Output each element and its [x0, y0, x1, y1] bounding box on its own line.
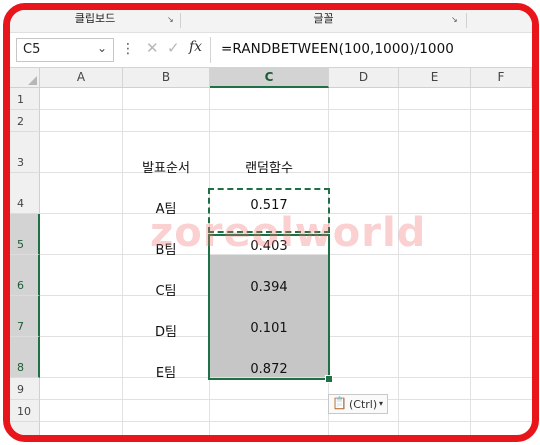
row-header-10[interactable]: 10 [10, 400, 40, 422]
paste-options-label: (Ctrl) [349, 398, 378, 411]
gridline [40, 131, 532, 132]
row-header-2[interactable]: 2 [10, 110, 40, 132]
gridline [398, 88, 399, 435]
cell-b6[interactable]: C팀 [123, 280, 209, 299]
name-box[interactable]: C5 ⌄ [16, 38, 114, 62]
more-options-icon[interactable]: ⋮ [121, 41, 135, 57]
clipboard-launcher-icon[interactable]: ↘ [167, 15, 174, 24]
gridline [40, 109, 532, 110]
column-header-d[interactable]: D [329, 68, 399, 88]
watermark-text: zoreolworld [150, 210, 427, 256]
cell-b3[interactable]: 발표순서 [123, 157, 209, 176]
gridline [40, 399, 532, 400]
row-header-1[interactable]: 1 [10, 88, 40, 110]
check-icon[interactable]: ✓ [167, 39, 180, 57]
cell-b7[interactable]: D팀 [123, 321, 209, 340]
gridline [40, 421, 532, 422]
row-header-3[interactable]: 3 [10, 132, 40, 173]
cell-c3[interactable]: 랜덤함수 [210, 157, 328, 176]
row-header-5[interactable]: 5 [10, 214, 40, 255]
row-header-9[interactable]: 9 [10, 378, 40, 400]
column-header-f[interactable]: F [471, 68, 532, 88]
chevron-down-icon: ▾ [379, 399, 384, 408]
cell-b8[interactable]: E팀 [123, 362, 209, 381]
gridline [470, 88, 471, 435]
font-launcher-icon[interactable]: ↘ [451, 15, 458, 24]
select-all-button[interactable] [10, 68, 40, 88]
formula-input[interactable]: =RANDBETWEEN(100,1000)/1000 [221, 41, 454, 57]
column-header-b[interactable]: B [123, 68, 210, 88]
row-header-6[interactable]: 6 [10, 255, 40, 296]
font-group-label: 글꼴 [313, 12, 334, 25]
clipboard-paste-icon: 📋 [332, 396, 347, 410]
chevron-down-icon[interactable]: ⌄ [97, 41, 107, 55]
name-box-value: C5 [23, 42, 41, 57]
gridline [122, 88, 123, 435]
row-header-7[interactable]: 7 [10, 296, 40, 337]
formula-bar: C5 ⌄ ⋮ ✕ ✓ fx =RANDBETWEEN(100,1000)/100… [10, 33, 532, 68]
spreadsheet-grid: A B C D E F 1 2 3 4 5 6 7 8 9 10 발표순서 랜덤… [10, 68, 532, 435]
column-header-c[interactable]: C [210, 68, 329, 88]
ribbon-group-labels: 클립보드 ↘ 글꼴 ↘ [10, 10, 532, 33]
paste-options-button[interactable]: 📋 (Ctrl) ▾ [328, 394, 388, 414]
column-header-e[interactable]: E [399, 68, 471, 88]
ribbon-separator [466, 13, 467, 28]
row-header-4[interactable]: 4 [10, 173, 40, 214]
screenshot-frame: 클립보드 ↘ 글꼴 ↘ C5 ⌄ ⋮ ✕ ✓ fx =RANDBETWEEN(1… [3, 3, 539, 442]
clipboard-group-label: 클립보드 [74, 12, 116, 25]
close-icon[interactable]: ✕ [146, 39, 159, 57]
select-all-icon [28, 76, 37, 85]
formula-bar-separator [210, 37, 211, 63]
insert-function-button[interactable]: fx [189, 39, 202, 55]
column-header-a[interactable]: A [40, 68, 123, 88]
row-header-11[interactable] [10, 422, 40, 435]
row-header-8[interactable]: 8 [10, 337, 40, 378]
fill-handle[interactable] [325, 375, 333, 383]
